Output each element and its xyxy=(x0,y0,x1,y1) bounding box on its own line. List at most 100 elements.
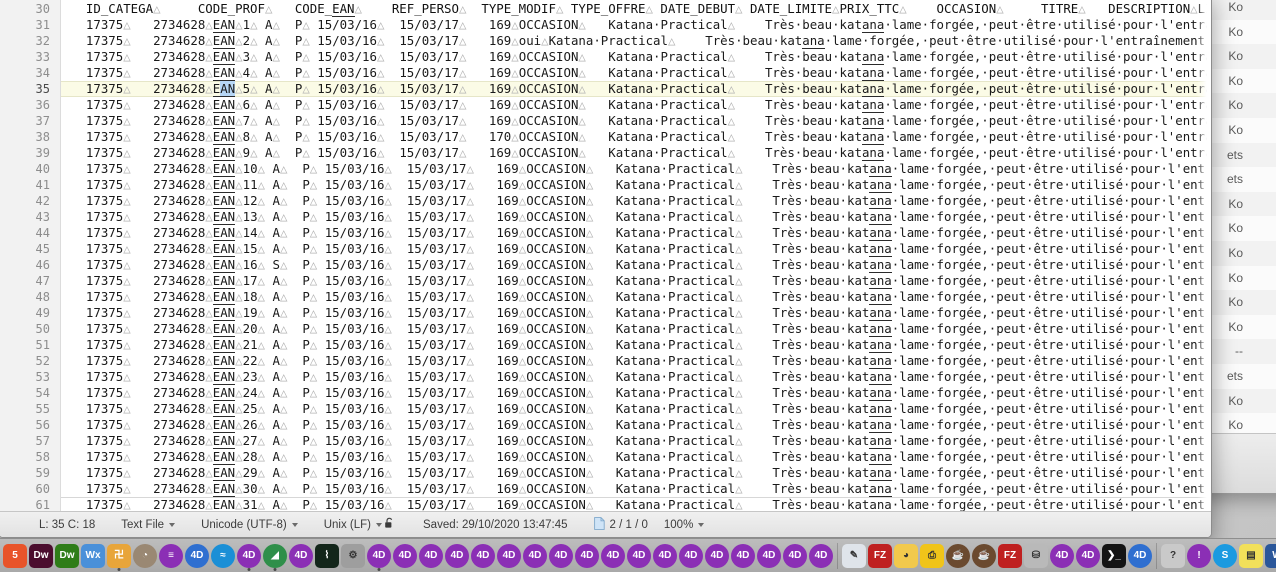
encoding-selector[interactable]: Unicode (UTF-8) xyxy=(201,519,298,531)
4d-app-icon[interactable]: 4D xyxy=(782,541,808,571)
code-line[interactable]: 17375△ 2734628△EAN△15△ A△ P△ 15/03/16△ 1… xyxy=(61,241,1211,257)
code-line[interactable]: 17375△ 2734628△EAN△3△ A△ P△ 15/03/16△ 15… xyxy=(61,49,1211,65)
dreamweaver-app-icon[interactable]: Dw xyxy=(28,541,54,571)
terminal-app-icon[interactable]: ❯_ xyxy=(1101,541,1127,571)
dreamweaver-cs-app-icon[interactable]: Dw xyxy=(54,541,80,571)
duck-app-icon[interactable]: ◕ xyxy=(893,541,919,571)
code-line[interactable]: 17375△ 2734628△EAN△31△ A△ P△ 15/03/16△ 1… xyxy=(61,497,1211,511)
code-line[interactable]: 17375△ 2734628△EAN△5△ A△ P△ 15/03/16△ 15… xyxy=(61,81,1211,97)
code-line[interactable]: 17375△ 2734628△EAN△20△ A△ P△ 15/03/16△ 1… xyxy=(61,321,1211,337)
4d-app-icon[interactable]: 4D xyxy=(548,541,574,571)
code-line[interactable]: 17375△ 2734628△EAN△21△ A△ P△ 15/03/16△ 1… xyxy=(61,337,1211,353)
4d-app-icon[interactable]: 4D xyxy=(652,541,678,571)
activity-monitor-icon[interactable]: ⌇ xyxy=(314,541,340,571)
4d-app-icon[interactable]: 4D xyxy=(366,541,392,571)
wu-app-icon[interactable]: 卍 xyxy=(106,541,132,571)
coffee-app-icon[interactable]: ☕ xyxy=(971,541,997,571)
status-bar[interactable]: L: 35 C: 18 Text File Unicode (UTF-8) Un… xyxy=(0,511,1211,537)
code-line[interactable]: 17375△ 2734628△EAN△7△ A△ P△ 15/03/16△ 15… xyxy=(61,113,1211,129)
4d-app-icon[interactable]: 4D xyxy=(236,541,262,571)
skype-app-icon[interactable]: S xyxy=(1212,541,1238,571)
notes-editor-icon[interactable]: ✎ xyxy=(841,541,867,571)
4d-app-icon[interactable]: 4D xyxy=(1049,541,1075,571)
code-line[interactable]: 17375△ 2734628△EAN△13△ A△ P△ 15/03/16△ 1… xyxy=(61,209,1211,225)
filezilla-app-icon[interactable]: FZ xyxy=(997,541,1023,571)
4d-app-icon[interactable]: 4D xyxy=(470,541,496,571)
4d-app-icon[interactable]: 4D xyxy=(626,541,652,571)
4d-blue-app-icon[interactable]: 4D xyxy=(184,541,210,571)
alert-app-icon[interactable]: ! xyxy=(1186,541,1212,571)
whitespace-glyph: △ xyxy=(205,193,213,208)
code-header-line[interactable]: ID_CATEGA△ CODE_PROF△ CODE_EAN△ REF_PERS… xyxy=(61,1,1211,17)
whitespace-glyph: △ xyxy=(376,81,385,96)
code-line[interactable]: 17375△ 2734628△EAN△28△ A△ P△ 15/03/16△ 1… xyxy=(61,449,1211,465)
code-line[interactable]: 17375△ 2734628△EAN△18△ A△ P△ 15/03/16△ 1… xyxy=(61,289,1211,305)
4d-app-icon[interactable]: 4D xyxy=(288,541,314,571)
whitespace-glyph: △ xyxy=(459,33,467,48)
whitespace-glyph: △ xyxy=(459,49,467,64)
html5-app-icon[interactable]: 5 xyxy=(2,541,28,571)
line-endings-selector[interactable]: Unix (LF) xyxy=(324,519,383,531)
4d-app-icon[interactable]: 4D xyxy=(496,541,522,571)
stickies-app-icon[interactable]: ▤ xyxy=(1238,541,1264,571)
database-app-icon[interactable]: ≡ xyxy=(158,541,184,571)
code-line[interactable]: 17375△ 2734628△EAN△29△ A△ P△ 15/03/16△ 1… xyxy=(61,465,1211,481)
code-line[interactable]: 17375△ 2734628△EAN△16△ S△ P△ 15/03/16△ 1… xyxy=(61,257,1211,273)
text-editor-window[interactable]: 30 31 32 33 34 35 36 37 38 39 40 41 42 43 44 45 46 47 48 49… xyxy=(0,0,1212,538)
squirrel-app-icon[interactable]: ◔ xyxy=(132,541,158,571)
wx-app-icon[interactable]: Wx xyxy=(80,541,106,571)
code-line[interactable]: 17375△ 2734628△EAN△27△ A△ P△ 15/03/16△ 1… xyxy=(61,433,1211,449)
orca-app-icon[interactable]: ◢ xyxy=(262,541,288,571)
4d-app-icon[interactable]: 4D xyxy=(730,541,756,571)
4d-app-icon[interactable]: 4D xyxy=(392,541,418,571)
code-line[interactable]: 17375△ 2734628△EAN△14△ A△ P△ 15/03/16△ 1… xyxy=(61,225,1211,241)
zoom-level-selector[interactable]: 100% xyxy=(664,519,705,531)
code-content-area[interactable]: ID_CATEGA△ CODE_PROF△ CODE_EAN△ REF_PERS… xyxy=(61,0,1211,511)
whitespace-glyph: △ xyxy=(309,481,318,496)
4d-app-icon[interactable]: 4D xyxy=(678,541,704,571)
4d-app-icon[interactable]: 4D xyxy=(574,541,600,571)
whitespace-glyph: △ xyxy=(466,209,474,224)
filezilla-app-icon[interactable]: FZ xyxy=(867,541,893,571)
4d-app-icon[interactable]: 4D xyxy=(444,541,470,571)
4d-app-icon[interactable]: 4D xyxy=(600,541,626,571)
word-app-icon[interactable]: W xyxy=(1264,541,1276,571)
wave-app-icon[interactable]: ≈ xyxy=(210,541,236,571)
code-line[interactable]: 17375△ 2734628△EAN△11△ A△ P△ 15/03/16△ 1… xyxy=(61,177,1211,193)
code-line[interactable]: 17375△ 2734628△EAN△10△ A△ P△ 15/03/16△ 1… xyxy=(61,161,1211,177)
code-line[interactable]: 17375△ 2734628△EAN△6△ A△ P△ 15/03/16△ 15… xyxy=(61,97,1211,113)
whitespace-glyph: △ xyxy=(123,113,131,128)
search-match: EAN xyxy=(212,481,236,497)
editor-body[interactable]: 30 31 32 33 34 35 36 37 38 39 40 41 42 43 44 45 46 47 48 49… xyxy=(0,0,1211,511)
code-line[interactable]: 17375△ 2734628△EAN△22△ A△ P△ 15/03/16△ 1… xyxy=(61,353,1211,369)
code-line[interactable]: 17375△ 2734628△EAN△4△ A△ P△ 15/03/16△ 15… xyxy=(61,65,1211,81)
4d-app-icon[interactable]: 4D xyxy=(808,541,834,571)
4d-app-icon[interactable]: 4D xyxy=(522,541,548,571)
4d-app-icon[interactable]: 4D xyxy=(704,541,730,571)
4d-app-icon[interactable]: 4D xyxy=(1075,541,1101,571)
code-line[interactable]: 17375△ 2734628△EAN△25△ A△ P△ 15/03/16△ 1… xyxy=(61,401,1211,417)
code-line[interactable]: 17375△ 2734628△EAN△2△ A△ P△ 15/03/16△ 15… xyxy=(61,33,1211,49)
code-line[interactable]: 17375△ 2734628△EAN△1△ A△ P△ 15/03/16△ 15… xyxy=(61,17,1211,33)
code-line[interactable]: 17375△ 2734628△EAN△19△ A△ P△ 15/03/16△ 1… xyxy=(61,305,1211,321)
printer-utility-icon[interactable]: ⎙ xyxy=(919,541,945,571)
dock[interactable]: 5 Dw Dw Wx 卍 ◔ ≡ 4D ≈4D ◢ 4D ⌇ ⚙ 4D 4D 4D 4D 4D 4D 4D 4D 4D 4D… xyxy=(0,538,1276,572)
4d-blue-app-icon[interactable]: 4D xyxy=(1127,541,1153,571)
unlocked-padlock-icon[interactable] xyxy=(384,517,395,532)
syntax-mode-selector[interactable]: Text File xyxy=(121,519,176,531)
code-line[interactable]: 17375△ 2734628△EAN△12△ A△ P△ 15/03/16△ 1… xyxy=(61,193,1211,209)
disk-utility-icon[interactable]: ⛁ xyxy=(1023,541,1049,571)
4d-app-icon[interactable]: 4D xyxy=(756,541,782,571)
whitespace-glyph: △ xyxy=(376,33,385,48)
code-line[interactable]: 17375△ 2734628△EAN△9△ A△ P△ 15/03/16△ 15… xyxy=(61,145,1211,161)
code-line[interactable]: 17375△ 2734628△EAN△8△ A△ P△ 15/03/16△ 15… xyxy=(61,129,1211,145)
system-prefs-icon[interactable]: ⚙ xyxy=(340,541,366,571)
code-line[interactable]: 17375△ 2734628△EAN△30△ A△ P△ 15/03/16△ 1… xyxy=(61,481,1211,497)
code-line[interactable]: 17375△ 2734628△EAN△24△ A△ P△ 15/03/16△ 1… xyxy=(61,385,1211,401)
coffee-app-icon[interactable]: ☕ xyxy=(945,541,971,571)
code-line[interactable]: 17375△ 2734628△EAN△26△ A△ P△ 15/03/16△ 1… xyxy=(61,417,1211,433)
help-app-icon[interactable]: ? xyxy=(1160,541,1186,571)
code-line[interactable]: 17375△ 2734628△EAN△17△ A△ P△ 15/03/16△ 1… xyxy=(61,273,1211,289)
code-line[interactable]: 17375△ 2734628△EAN△23△ A△ P△ 15/03/16△ 1… xyxy=(61,369,1211,385)
4d-app-icon[interactable]: 4D xyxy=(418,541,444,571)
